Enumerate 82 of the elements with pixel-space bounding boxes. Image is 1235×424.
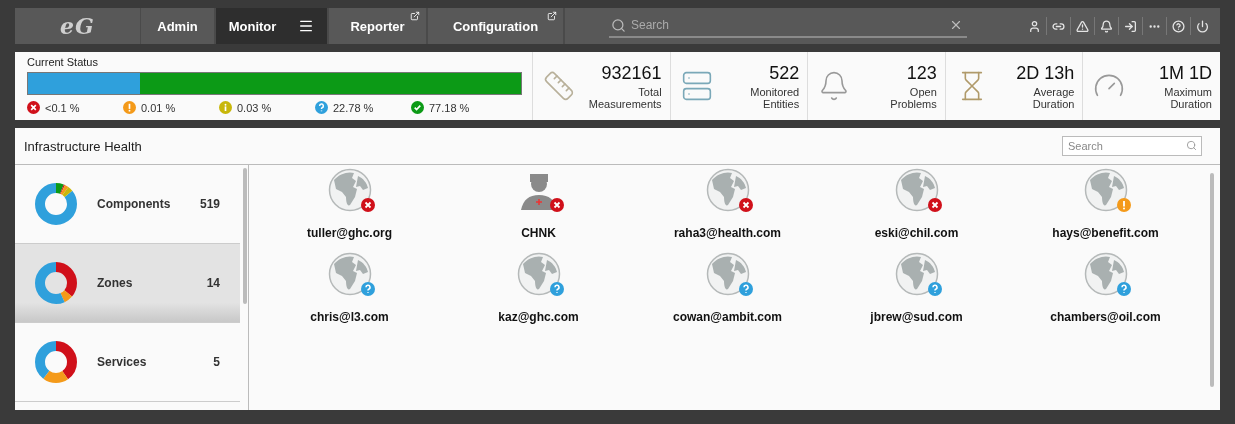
globe-icon — [1083, 168, 1128, 212]
major-status-icon — [123, 101, 136, 114]
nav-tab[interactable]: Monitor — [216, 8, 329, 44]
node-name[interactable]: eski@chil.com — [874, 226, 959, 240]
node-name[interactable]: CHNK — [521, 226, 556, 240]
critical-status-icon — [27, 101, 40, 114]
login-icon — [1124, 19, 1137, 33]
node-name[interactable]: chambers@oil.com — [1050, 310, 1161, 324]
stat-label: Open — [909, 85, 937, 98]
status-percentage: <0.1 % — [45, 101, 80, 114]
category-name: Services — [97, 355, 147, 369]
warning-icon — [1076, 19, 1089, 33]
category-name: Components — [97, 197, 171, 211]
minor-status-icon — [219, 101, 232, 114]
node-name[interactable]: chris@l3.com — [310, 310, 389, 324]
stat-label: Entities — [763, 97, 800, 110]
unknown-status-icon — [315, 101, 328, 114]
scrollbar[interactable] — [1210, 173, 1214, 387]
help-icon — [1172, 19, 1185, 33]
ruler-icon — [543, 70, 575, 102]
globe-icon — [894, 168, 939, 212]
node-name[interactable]: jbrew@sud.com — [870, 310, 963, 324]
stat-value: 123 — [906, 62, 937, 84]
stat-label: Duration — [1032, 97, 1075, 110]
globe-icon — [516, 252, 561, 296]
status-percentage: 0.03 % — [237, 101, 272, 114]
search-icon — [611, 18, 626, 33]
node-name[interactable]: kaz@ghc.com — [498, 310, 579, 324]
category-name: Zones — [97, 276, 133, 290]
stat-label: Average — [1033, 85, 1075, 98]
globe-icon — [894, 252, 939, 296]
node-name[interactable]: cowan@ambit.com — [672, 310, 783, 324]
server-icon — [680, 70, 713, 102]
major-status-icon — [1116, 198, 1131, 212]
panel-title: Infrastructure Health — [24, 138, 142, 154]
critical-status-icon — [360, 198, 375, 212]
bell-icon — [1100, 19, 1113, 33]
stat-label: Duration — [1170, 97, 1212, 110]
critical-status-icon — [549, 198, 564, 212]
globe-icon — [705, 168, 750, 212]
power-icon — [1196, 19, 1209, 33]
globe-icon — [327, 168, 372, 212]
stat-label: Problems — [890, 97, 937, 110]
status-percentage: 22.78 % — [333, 101, 374, 114]
category-count: 5 — [213, 355, 220, 369]
stat-label: Monitored — [750, 85, 800, 98]
critical-status-icon — [927, 198, 942, 212]
donut-chart-icon — [35, 183, 77, 225]
globe-icon — [705, 252, 750, 296]
unknown-status-icon — [927, 282, 942, 296]
unknown-status-icon — [1116, 282, 1131, 296]
unknown-status-icon — [549, 282, 564, 296]
category-item[interactable]: Zones 14 — [15, 244, 240, 323]
search-icon — [1186, 140, 1197, 151]
donut-chart-icon — [35, 262, 77, 304]
section-title: Current Status — [27, 56, 99, 68]
stat-value: 932161 — [601, 62, 662, 84]
clear-icon[interactable] — [949, 18, 963, 32]
unknown-status-icon — [360, 282, 375, 296]
stat-label: Measurements — [588, 97, 662, 110]
stat-value: 522 — [769, 62, 800, 84]
stat-label: Maximum — [1164, 85, 1212, 98]
node-name[interactable]: hays@benefit.com — [1052, 226, 1159, 240]
stat-label: Total — [638, 85, 662, 98]
stat-value: 2D 13h — [1016, 62, 1075, 84]
category-count: 14 — [206, 276, 220, 290]
stat-value: 1M 1D — [1158, 62, 1212, 84]
status-percentage: 0.01 % — [141, 101, 176, 114]
status-percentage: 77.18 % — [429, 101, 470, 114]
search-field[interactable]: Search — [609, 14, 967, 38]
globe-icon — [1083, 252, 1128, 296]
user-icon — [1028, 19, 1041, 33]
node-name[interactable]: tuller@ghc.org — [306, 226, 392, 240]
donut-chart-icon — [35, 341, 77, 383]
scrollbar[interactable] — [243, 168, 247, 304]
globe-icon — [327, 252, 372, 296]
node-name[interactable]: raha3@health.com — [673, 226, 782, 240]
unknown-status-icon — [738, 282, 753, 296]
category-count: 519 — [199, 197, 220, 211]
critical-status-icon — [738, 198, 753, 212]
normal-status-icon — [411, 101, 424, 114]
search-field[interactable]: Search — [1062, 136, 1202, 156]
